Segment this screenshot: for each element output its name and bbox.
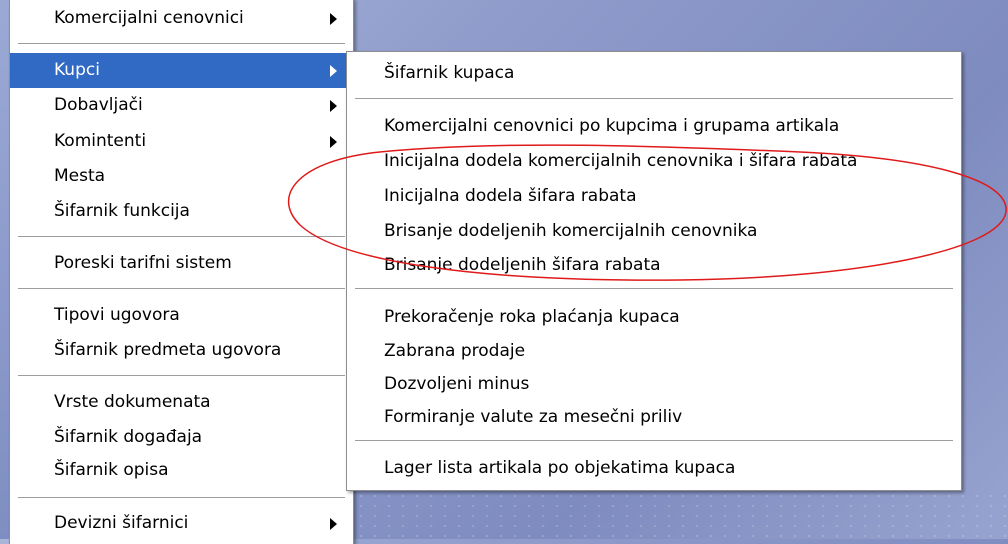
menu-item-label: Šifarnik predmeta ugovora: [54, 340, 282, 360]
menu-item-label: Šifarnik opisa: [54, 460, 169, 480]
menu-item-label: Šifarnik funkcija: [54, 201, 190, 221]
submenu-arrow-icon: [330, 100, 337, 112]
main-menu: Komercijalni cenovnici Kupci Dobavljači …: [9, 0, 354, 544]
menu-separator: [18, 43, 345, 45]
menu-separator: [355, 288, 953, 290]
menu-item-label: Devizni šifarnici: [54, 513, 189, 533]
menu-item-label: Šifarnik događaja: [54, 427, 203, 447]
submenu-item-inicijalna-dodela-sifara-rabata[interactable]: Inicijalna dodela šifara rabata: [347, 179, 961, 214]
menu-item-vrste-dokumenata[interactable]: Vrste dokumenata: [10, 385, 353, 420]
menu-separator: [18, 497, 345, 499]
menu-item-label: Dobavljači: [54, 95, 143, 115]
menu-item-label: Komintenti: [54, 131, 147, 151]
menu-item-sifarnik-opisa[interactable]: Šifarnik opisa: [10, 453, 353, 488]
menu-item-sifarnik-dogadjaja[interactable]: Šifarnik događaja: [10, 420, 353, 455]
submenu-arrow-icon: [330, 65, 337, 77]
submenu-item-label: Dozvoljeni minus: [384, 374, 530, 394]
submenu-arrow-icon: [330, 518, 337, 530]
desktop-edge: [0, 0, 9, 539]
menu-separator: [18, 288, 345, 290]
menu-separator: [355, 440, 953, 442]
menu-item-label: Vrste dokumenata: [54, 392, 211, 412]
submenu-item-brisanje-cenovnika[interactable]: Brisanje dodeljenih komercijalnih cenovn…: [347, 214, 961, 249]
menu-item-tipovi-ugovora[interactable]: Tipovi ugovora: [10, 298, 353, 333]
menu-item-devizni-sifarnici[interactable]: Devizni šifarnici: [10, 506, 353, 541]
submenu-item-label: Zabrana prodaje: [384, 341, 526, 361]
submenu-item-label: Brisanje dodeljenih šifara rabata: [384, 255, 661, 275]
submenu-item-inicijalna-dodela-cenovnika-i-sifara[interactable]: Inicijalna dodela komercijalnih cenovnik…: [347, 144, 961, 179]
submenu-item-lager-lista-artikala[interactable]: Lager lista artikala po objekatima kupac…: [347, 451, 961, 486]
submenu-item-brisanje-sifara-rabata[interactable]: Brisanje dodeljenih šifara rabata: [347, 248, 961, 283]
menu-item-sifarnik-predmeta-ugovora[interactable]: Šifarnik predmeta ugovora: [10, 333, 353, 368]
menu-item-komercijalni-cenovnici[interactable]: Komercijalni cenovnici: [10, 1, 353, 36]
submenu-item-label: Inicijalna dodela komercijalnih cenovnik…: [384, 151, 858, 171]
submenu-item-prekoracenje-roka-placanja[interactable]: Prekoračenje roka plaćanja kupaca: [347, 300, 961, 335]
submenu-item-komercijalni-cenovnici-po-kupcima[interactable]: Komercijalni cenovnici po kupcima i grup…: [347, 109, 961, 144]
menu-separator: [18, 236, 345, 238]
kupci-submenu: Šifarnik kupaca Komercijalni cenovnici p…: [346, 51, 962, 491]
menu-item-poreski-tarifni-sistem[interactable]: Poreski tarifni sistem: [10, 246, 353, 281]
submenu-item-label: Prekoračenje roka plaćanja kupaca: [384, 307, 680, 327]
submenu-item-label: Lager lista artikala po objekatima kupac…: [384, 458, 736, 478]
submenu-item-dozvoljeni-minus[interactable]: Dozvoljeni minus: [347, 367, 961, 402]
menu-item-dobavljaci[interactable]: Dobavljači: [10, 88, 353, 123]
submenu-item-label: Šifarnik kupaca: [384, 63, 515, 83]
submenu-item-zabrana-prodaje[interactable]: Zabrana prodaje: [347, 334, 961, 369]
menu-item-label: Poreski tarifni sistem: [54, 253, 232, 273]
desktop-background: [354, 491, 1008, 539]
menu-item-label: Komercijalni cenovnici: [54, 8, 244, 28]
menu-item-label: Kupci: [54, 60, 100, 80]
submenu-arrow-icon: [330, 136, 337, 148]
menu-item-sifarnik-funkcija[interactable]: Šifarnik funkcija: [10, 194, 353, 229]
submenu-item-label: Formiranje valute za mesečni priliv: [384, 407, 683, 427]
menu-separator: [18, 375, 345, 377]
menu-item-label: Tipovi ugovora: [54, 305, 180, 325]
submenu-item-sifarnik-kupaca[interactable]: Šifarnik kupaca: [347, 56, 961, 91]
submenu-item-label: Brisanje dodeljenih komercijalnih cenovn…: [384, 221, 758, 241]
submenu-arrow-icon: [330, 13, 337, 25]
menu-item-kupci[interactable]: Kupci: [10, 53, 353, 88]
menu-item-label: Mesta: [54, 166, 106, 186]
menu-separator: [355, 98, 953, 100]
menu-item-mesta[interactable]: Mesta: [10, 159, 353, 194]
submenu-item-label: Inicijalna dodela šifara rabata: [384, 186, 637, 206]
submenu-item-label: Komercijalni cenovnici po kupcima i grup…: [384, 116, 840, 136]
submenu-item-formiranje-valute[interactable]: Formiranje valute za mesečni priliv: [347, 400, 961, 435]
menu-item-komintenti[interactable]: Komintenti: [10, 124, 353, 159]
